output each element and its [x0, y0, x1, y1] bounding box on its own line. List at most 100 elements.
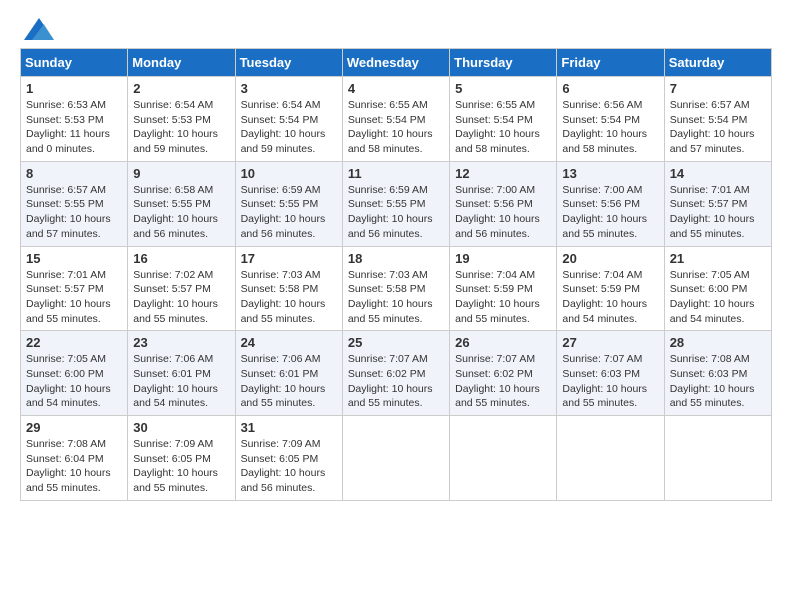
- day-detail: Sunrise: 7:07 AM Sunset: 6:02 PM Dayligh…: [348, 352, 444, 411]
- calendar-day-20: 20 Sunrise: 7:04 AM Sunset: 5:59 PM Dayl…: [557, 246, 664, 331]
- calendar-day-22: 22 Sunrise: 7:05 AM Sunset: 6:00 PM Dayl…: [21, 331, 128, 416]
- daylight-hours: Daylight: 10 hours and 59 minutes.: [133, 128, 218, 155]
- day-number: 28: [670, 335, 766, 350]
- day-detail: Sunrise: 6:57 AM Sunset: 5:55 PM Dayligh…: [26, 183, 122, 242]
- calendar-day-27: 27 Sunrise: 7:07 AM Sunset: 6:03 PM Dayl…: [557, 331, 664, 416]
- day-detail: Sunrise: 7:04 AM Sunset: 5:59 PM Dayligh…: [562, 268, 658, 327]
- day-detail: Sunrise: 6:54 AM Sunset: 5:54 PM Dayligh…: [241, 98, 337, 157]
- sunrise-time: Sunrise: 7:04 AM: [455, 269, 535, 281]
- day-number: 8: [26, 166, 122, 181]
- sunrise-time: Sunrise: 7:08 AM: [670, 353, 750, 365]
- daylight-hours: Daylight: 10 hours and 57 minutes.: [26, 213, 111, 240]
- day-number: 3: [241, 81, 337, 96]
- daylight-hours: Daylight: 10 hours and 56 minutes.: [348, 213, 433, 240]
- sunrise-time: Sunrise: 6:57 AM: [26, 184, 106, 196]
- sunset-time: Sunset: 5:55 PM: [26, 198, 104, 210]
- day-number: 12: [455, 166, 551, 181]
- day-number: 21: [670, 251, 766, 266]
- daylight-hours: Daylight: 10 hours and 54 minutes.: [562, 298, 647, 325]
- day-number: 15: [26, 251, 122, 266]
- col-wednesday: Wednesday: [342, 49, 449, 77]
- sunrise-time: Sunrise: 7:09 AM: [241, 438, 321, 450]
- day-number: 27: [562, 335, 658, 350]
- daylight-hours: Daylight: 10 hours and 58 minutes.: [348, 128, 433, 155]
- day-number: 24: [241, 335, 337, 350]
- col-friday: Friday: [557, 49, 664, 77]
- sunset-time: Sunset: 5:53 PM: [133, 114, 211, 126]
- day-number: 26: [455, 335, 551, 350]
- sunset-time: Sunset: 5:54 PM: [241, 114, 319, 126]
- day-number: 23: [133, 335, 229, 350]
- col-thursday: Thursday: [450, 49, 557, 77]
- day-number: 22: [26, 335, 122, 350]
- sunrise-time: Sunrise: 6:55 AM: [455, 99, 535, 111]
- day-number: 14: [670, 166, 766, 181]
- sunrise-time: Sunrise: 7:00 AM: [562, 184, 642, 196]
- calendar-day-21: 21 Sunrise: 7:05 AM Sunset: 6:00 PM Dayl…: [664, 246, 771, 331]
- calendar-day-24: 24 Sunrise: 7:06 AM Sunset: 6:01 PM Dayl…: [235, 331, 342, 416]
- calendar-table: Sunday Monday Tuesday Wednesday Thursday…: [20, 48, 772, 501]
- day-number: 2: [133, 81, 229, 96]
- daylight-hours: Daylight: 10 hours and 55 minutes.: [26, 298, 111, 325]
- daylight-hours: Daylight: 10 hours and 58 minutes.: [455, 128, 540, 155]
- daylight-hours: Daylight: 10 hours and 56 minutes.: [241, 467, 326, 494]
- sunrise-time: Sunrise: 7:07 AM: [562, 353, 642, 365]
- day-detail: Sunrise: 7:07 AM Sunset: 6:03 PM Dayligh…: [562, 352, 658, 411]
- daylight-hours: Daylight: 10 hours and 59 minutes.: [241, 128, 326, 155]
- sunrise-time: Sunrise: 7:08 AM: [26, 438, 106, 450]
- day-detail: Sunrise: 7:00 AM Sunset: 5:56 PM Dayligh…: [455, 183, 551, 242]
- logo-area: [20, 20, 54, 40]
- calendar-day-23: 23 Sunrise: 7:06 AM Sunset: 6:01 PM Dayl…: [128, 331, 235, 416]
- sunset-time: Sunset: 5:55 PM: [348, 198, 426, 210]
- day-detail: Sunrise: 6:58 AM Sunset: 5:55 PM Dayligh…: [133, 183, 229, 242]
- sunrise-time: Sunrise: 6:55 AM: [348, 99, 428, 111]
- daylight-hours: Daylight: 10 hours and 55 minutes.: [348, 383, 433, 410]
- calendar-day-6: 6 Sunrise: 6:56 AM Sunset: 5:54 PM Dayli…: [557, 77, 664, 162]
- sunset-time: Sunset: 6:05 PM: [133, 453, 211, 465]
- empty-cell: [342, 416, 449, 501]
- sunrise-time: Sunrise: 7:01 AM: [26, 269, 106, 281]
- daylight-hours: Daylight: 10 hours and 55 minutes.: [670, 213, 755, 240]
- sunset-time: Sunset: 5:56 PM: [455, 198, 533, 210]
- daylight-hours: Daylight: 10 hours and 55 minutes.: [133, 298, 218, 325]
- calendar-day-8: 8 Sunrise: 6:57 AM Sunset: 5:55 PM Dayli…: [21, 161, 128, 246]
- sunset-time: Sunset: 6:00 PM: [670, 283, 748, 295]
- calendar-day-7: 7 Sunrise: 6:57 AM Sunset: 5:54 PM Dayli…: [664, 77, 771, 162]
- col-sunday: Sunday: [21, 49, 128, 77]
- sunrise-time: Sunrise: 7:07 AM: [455, 353, 535, 365]
- sunrise-time: Sunrise: 6:54 AM: [241, 99, 321, 111]
- daylight-hours: Daylight: 10 hours and 55 minutes.: [241, 383, 326, 410]
- sunrise-time: Sunrise: 6:59 AM: [348, 184, 428, 196]
- day-detail: Sunrise: 6:59 AM Sunset: 5:55 PM Dayligh…: [241, 183, 337, 242]
- day-number: 31: [241, 420, 337, 435]
- day-detail: Sunrise: 7:01 AM Sunset: 5:57 PM Dayligh…: [670, 183, 766, 242]
- sunset-time: Sunset: 5:56 PM: [562, 198, 640, 210]
- col-saturday: Saturday: [664, 49, 771, 77]
- calendar-day-12: 12 Sunrise: 7:00 AM Sunset: 5:56 PM Dayl…: [450, 161, 557, 246]
- sunrise-time: Sunrise: 7:01 AM: [670, 184, 750, 196]
- day-number: 30: [133, 420, 229, 435]
- daylight-hours: Daylight: 10 hours and 58 minutes.: [562, 128, 647, 155]
- sunrise-time: Sunrise: 6:53 AM: [26, 99, 106, 111]
- sunset-time: Sunset: 6:02 PM: [348, 368, 426, 380]
- daylight-hours: Daylight: 10 hours and 54 minutes.: [26, 383, 111, 410]
- day-detail: Sunrise: 6:54 AM Sunset: 5:53 PM Dayligh…: [133, 98, 229, 157]
- empty-cell: [450, 416, 557, 501]
- sunset-time: Sunset: 6:03 PM: [562, 368, 640, 380]
- sunrise-time: Sunrise: 7:03 AM: [241, 269, 321, 281]
- sunrise-time: Sunrise: 7:09 AM: [133, 438, 213, 450]
- day-detail: Sunrise: 6:55 AM Sunset: 5:54 PM Dayligh…: [348, 98, 444, 157]
- day-detail: Sunrise: 6:55 AM Sunset: 5:54 PM Dayligh…: [455, 98, 551, 157]
- calendar-day-17: 17 Sunrise: 7:03 AM Sunset: 5:58 PM Dayl…: [235, 246, 342, 331]
- daylight-hours: Daylight: 10 hours and 55 minutes.: [562, 213, 647, 240]
- calendar-day-16: 16 Sunrise: 7:02 AM Sunset: 5:57 PM Dayl…: [128, 246, 235, 331]
- calendar-day-2: 2 Sunrise: 6:54 AM Sunset: 5:53 PM Dayli…: [128, 77, 235, 162]
- sunset-time: Sunset: 6:01 PM: [133, 368, 211, 380]
- sunset-time: Sunset: 5:59 PM: [455, 283, 533, 295]
- sunset-time: Sunset: 5:59 PM: [562, 283, 640, 295]
- day-number: 18: [348, 251, 444, 266]
- day-detail: Sunrise: 7:07 AM Sunset: 6:02 PM Dayligh…: [455, 352, 551, 411]
- day-number: 13: [562, 166, 658, 181]
- daylight-hours: Daylight: 10 hours and 55 minutes.: [455, 298, 540, 325]
- day-number: 7: [670, 81, 766, 96]
